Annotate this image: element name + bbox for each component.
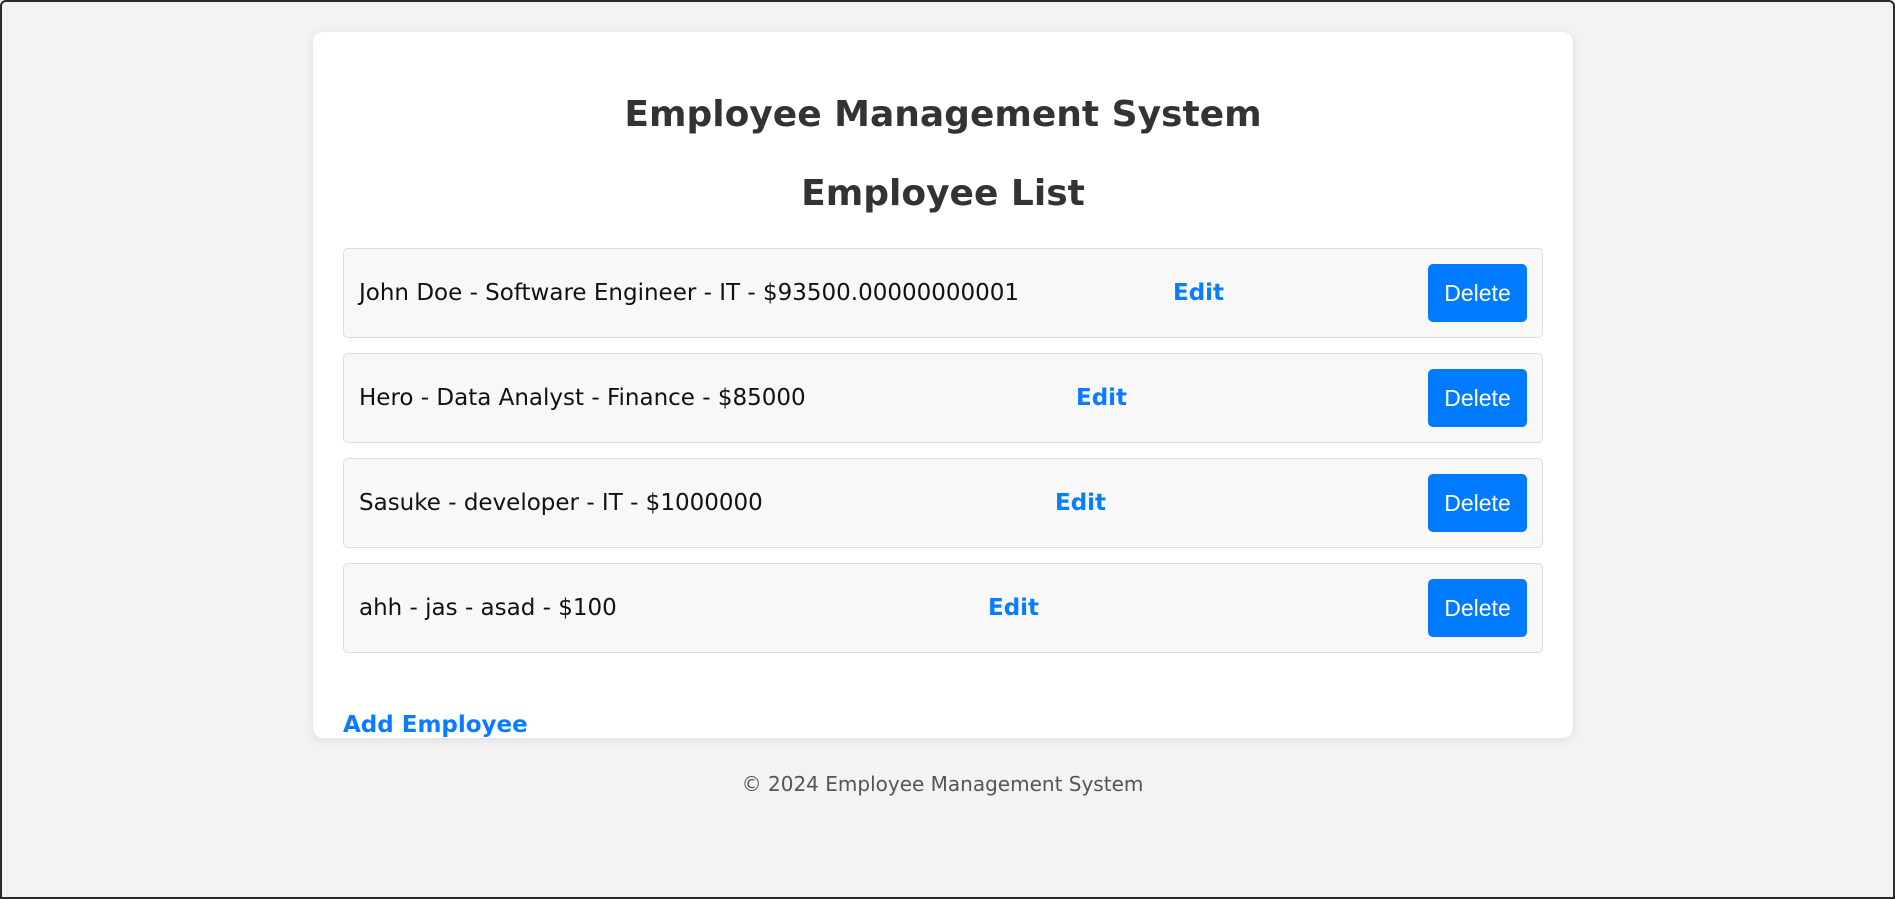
- employee-row: Hero - Data Analyst - Finance - $85000 E…: [343, 353, 1543, 443]
- employee-info: John Doe - Software Engineer - IT - $935…: [359, 280, 1020, 306]
- employee-info: Hero - Data Analyst - Finance - $85000: [359, 385, 806, 411]
- footer-text: © 2024 Employee Management System: [741, 772, 1144, 796]
- delete-button[interactable]: Delete: [1428, 474, 1527, 532]
- edit-link[interactable]: Edit: [1173, 280, 1224, 306]
- delete-button[interactable]: Delete: [1428, 579, 1527, 637]
- section-title: Employee List: [801, 173, 1085, 214]
- delete-button[interactable]: Delete: [1428, 264, 1527, 322]
- employee-info: ahh - jas - asad - $100: [359, 595, 617, 621]
- edit-link[interactable]: Edit: [988, 595, 1039, 621]
- add-employee-link[interactable]: Add Employee: [343, 712, 528, 738]
- employee-list: John Doe - Software Engineer - IT - $935…: [343, 248, 1543, 668]
- employee-row: Sasuke - developer - IT - $1000000 Edit …: [343, 458, 1543, 548]
- edit-link[interactable]: Edit: [1055, 490, 1106, 516]
- main-card: Employee Management System Employee List…: [313, 32, 1573, 738]
- page-title: Employee Management System: [624, 94, 1262, 135]
- employee-row: ahh - jas - asad - $100 Edit Delete: [343, 563, 1543, 653]
- employee-row: John Doe - Software Engineer - IT - $935…: [343, 248, 1543, 338]
- delete-button[interactable]: Delete: [1428, 369, 1527, 427]
- edit-link[interactable]: Edit: [1076, 385, 1127, 411]
- employee-info: Sasuke - developer - IT - $1000000: [359, 490, 763, 516]
